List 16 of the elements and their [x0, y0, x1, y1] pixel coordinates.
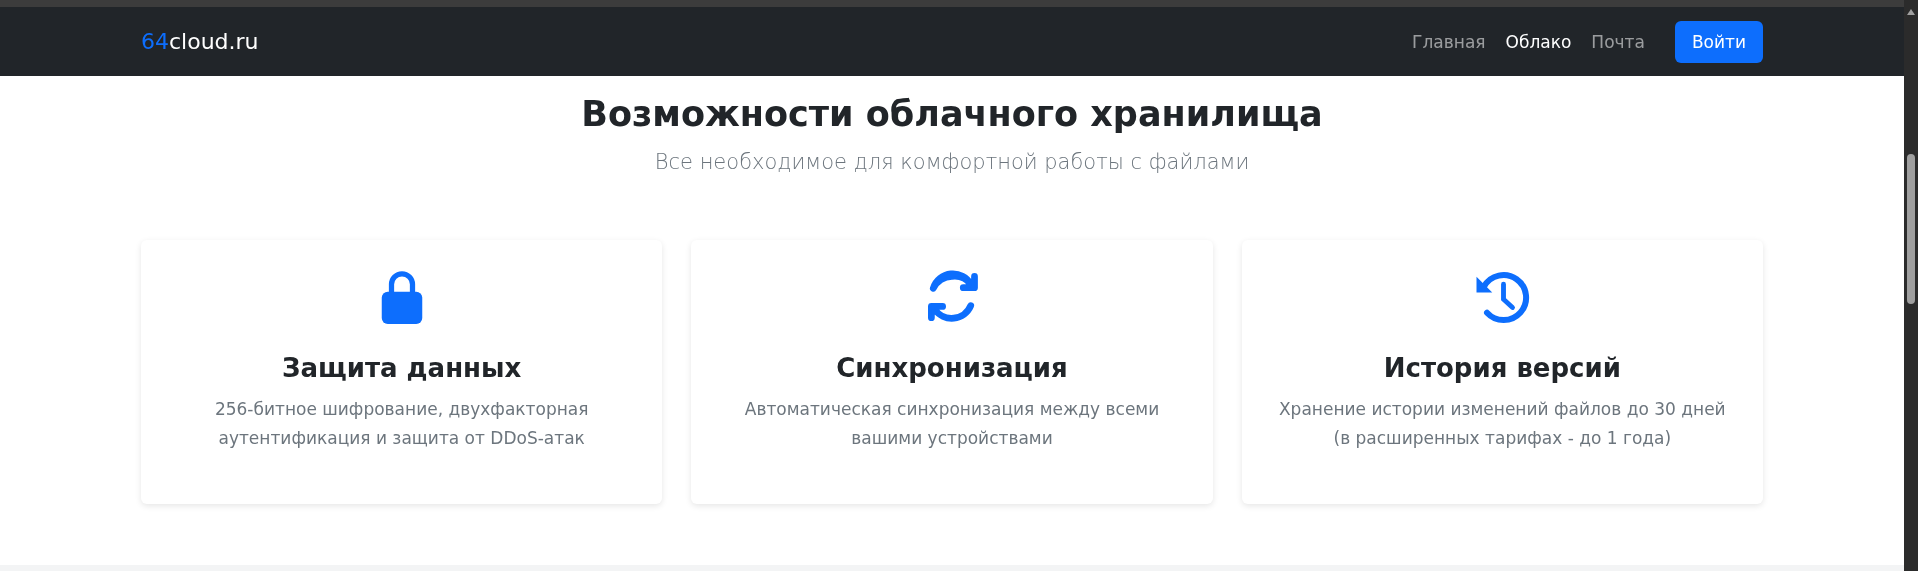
feature-description: Хранение истории изменений файлов до 30 дней (в расширенных тарифах - до 1 года) — [1277, 398, 1727, 450]
scrollbar-thumb[interactable] — [1907, 154, 1915, 304]
feature-description: Автоматическая синхронизация между всеми вашими устройствами — [743, 398, 1161, 450]
scrollbar[interactable] — [1904, 0, 1918, 571]
scroll-up-icon[interactable] — [1906, 8, 1916, 16]
section-subtitle: Все необходимое для комфортной работы с файлами — [654, 150, 1250, 174]
feature-title: Защита данных — [281, 353, 522, 383]
nav-link[interactable]: Облако — [1505, 31, 1572, 52]
nav-link[interactable]: Почта — [1591, 31, 1645, 52]
section-title: Возможности облачного хранилища — [581, 94, 1323, 134]
brand-logo[interactable]: 64cloud.ru — [141, 29, 259, 54]
login-button[interactable]: Войти — [1674, 20, 1763, 63]
feature-title: История версий — [1383, 353, 1621, 383]
feature-description: 256-битное шифрование, двухфакторная аутентификация и защита от DDoS-атак — [213, 398, 590, 450]
nav-link[interactable]: Главная — [1412, 31, 1486, 52]
feature-title: Синхронизация — [836, 353, 1068, 383]
